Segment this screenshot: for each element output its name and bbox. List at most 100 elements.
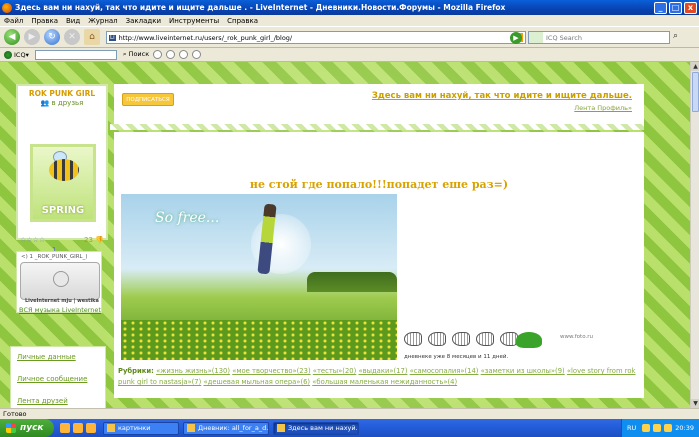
- taskbar-item-label: картинки: [118, 424, 151, 432]
- taskbar-item-pictures[interactable]: картинки: [103, 421, 179, 435]
- menu-help[interactable]: Справка: [227, 17, 258, 25]
- menu-edit[interactable]: Правка: [31, 17, 58, 25]
- avatar-text: SPRING: [41, 205, 85, 216]
- people-icon: 👥: [40, 99, 50, 107]
- taskbar-item-label: Дневник: all_for_a_d...: [198, 424, 269, 432]
- vertical-scrollbar[interactable]: ▲ ▼: [690, 62, 699, 408]
- scroll-thumb[interactable]: [692, 72, 699, 112]
- rating-stars: ☆☆☆☆: [20, 236, 46, 244]
- rubric-link[interactable]: «большая маленькая нежиданность»(4): [312, 378, 457, 386]
- zoom-in-icon[interactable]: [153, 50, 163, 59]
- search-magnifier-icon[interactable]: ⌕: [673, 31, 678, 41]
- subscribe-button[interactable]: ПОДПИСАТЬСЯ: [122, 93, 174, 106]
- post-image[interactable]: So free...: [121, 194, 397, 360]
- all-music-link[interactable]: ВСЯ музыка LiveInternet: [19, 306, 101, 314]
- back-arrow-icon[interactable]: ◀: [4, 29, 20, 45]
- flower-field-shape: [121, 320, 397, 360]
- url-text[interactable]: http://www.liveinternet.ru/users/_rok_pu…: [119, 34, 293, 42]
- scroll-down-icon[interactable]: ▼: [691, 399, 699, 408]
- menu-view[interactable]: Вид: [66, 17, 80, 25]
- fish-icon: [404, 332, 422, 346]
- search-box[interactable]: ICQ Search: [528, 31, 670, 44]
- window-titlebar[interactable]: Здесь вам ни нахуй, так что идите и ищит…: [0, 0, 699, 15]
- search-label: Поиск: [128, 50, 150, 58]
- language-indicator[interactable]: RU: [627, 424, 636, 432]
- scroll-up-icon[interactable]: ▲: [691, 62, 699, 71]
- quick-launch-icon[interactable]: [60, 423, 70, 433]
- status-text: Готово: [3, 410, 27, 418]
- windows-taskbar: пуск картинки Дневник: all_for_a_d... Зд…: [0, 419, 699, 437]
- zoom-reset-icon[interactable]: [179, 50, 189, 59]
- quick-launch-icon[interactable]: [73, 423, 83, 433]
- clock: 20:39: [675, 424, 694, 432]
- start-button[interactable]: пуск: [0, 419, 54, 437]
- rubric-link[interactable]: «выдаки»(17): [358, 367, 407, 375]
- highlight-icon[interactable]: [192, 50, 202, 59]
- icq-flower-icon: [4, 50, 12, 59]
- home-icon[interactable]: ⌂: [84, 29, 100, 45]
- friends-feed-link[interactable]: Лента друзей: [17, 397, 68, 405]
- site-favicon: Li: [109, 34, 116, 41]
- reload-icon[interactable]: ↻: [44, 29, 60, 45]
- blog-post: не стой где попало!!!попадет еше раз=) S…: [114, 132, 644, 398]
- quick-launch-icon[interactable]: [86, 423, 96, 433]
- post-title: не стой где попало!!!попадет еше раз=): [249, 178, 509, 191]
- forward-arrow-icon[interactable]: ▶: [24, 29, 40, 45]
- thumb-icon[interactable]: 👎: [95, 236, 104, 244]
- music-player[interactable]: LiveInternet mju | westika: [20, 262, 100, 304]
- profile-name[interactable]: ROK PUNK GIRL: [18, 89, 106, 98]
- profile-links-card: Личные данные Личное сообщение Лента дру…: [10, 346, 106, 408]
- rubric-link[interactable]: «дешевая мыльная опера»(6): [203, 378, 310, 386]
- firefox-icon: [277, 424, 285, 432]
- menu-history[interactable]: Журнал: [88, 17, 117, 25]
- private-message-link[interactable]: Личное сообщение: [17, 375, 87, 383]
- close-button[interactable]: x: [684, 1, 697, 14]
- search-placeholder[interactable]: ICQ Search: [546, 34, 582, 42]
- icq-flower-icon[interactable]: [529, 32, 543, 43]
- zoom-out-icon[interactable]: [166, 50, 176, 59]
- trees-shape: [307, 272, 397, 292]
- tray-icon[interactable]: [642, 424, 651, 432]
- icq-search-input[interactable]: [34, 49, 117, 60]
- blog-slogan[interactable]: Здесь вам ни нахуй, так что идите и ищит…: [372, 91, 632, 101]
- page-viewport[interactable]: ROK PUNK GIRL 👥 в друзья SPRING ☆☆☆☆ 1 2…: [0, 62, 690, 408]
- menu-bar: Файл Правка Вид Журнал Закладки Инструме…: [0, 15, 699, 26]
- url-bar[interactable]: Li http://www.liveinternet.ru/users/_rok…: [106, 31, 526, 44]
- menu-tools[interactable]: Инструменты: [169, 17, 219, 25]
- image-caption: So free...: [155, 210, 220, 226]
- music-widget: <) 1 _ROK_PUNK_GIRL_) LiveInternet mju |…: [16, 251, 102, 314]
- rubric-link[interactable]: «заметки из школы»(9): [481, 367, 565, 375]
- menu-file[interactable]: Файл: [4, 17, 23, 25]
- frog-icon: [516, 332, 542, 348]
- menu-bookmarks[interactable]: Закладки: [126, 17, 161, 25]
- play-button-icon[interactable]: [53, 271, 69, 287]
- decorative-divider: [110, 124, 644, 130]
- personal-data-link[interactable]: Личные данные: [17, 353, 76, 361]
- maximize-button[interactable]: □: [669, 1, 682, 14]
- tray-icon[interactable]: [664, 424, 673, 432]
- add-friend-label: в друзья: [51, 99, 84, 107]
- rubrics-label: Рубрики:: [118, 367, 154, 375]
- stop-icon[interactable]: ✕: [64, 29, 80, 45]
- taskbar-item-current[interactable]: Здесь вам ни нахуй...: [273, 421, 359, 435]
- taskbar-item-diary[interactable]: Дневник: all_for_a_d...: [183, 421, 269, 435]
- icq-search-button[interactable]: ⌕ Поиск: [123, 50, 149, 59]
- bee-icon: [49, 159, 79, 181]
- icq-label: ICQ: [14, 50, 26, 59]
- fish-counter-widget: www.foto.ru: [404, 332, 624, 352]
- rubric-link[interactable]: «жизнь жизнь»(130): [156, 367, 230, 375]
- avatar[interactable]: SPRING: [30, 144, 96, 222]
- music-widget-title: <) 1 _ROK_PUNK_GIRL_): [21, 254, 88, 260]
- watermark: www.foto.ru: [560, 334, 593, 340]
- minimize-button[interactable]: _: [654, 1, 667, 14]
- rubric-link[interactable]: «тесты»(20): [313, 367, 356, 375]
- rubric-link[interactable]: «самосопалия»(14): [410, 367, 479, 375]
- rubric-link[interactable]: «мое творчество»(23): [232, 367, 310, 375]
- go-arrow-icon[interactable]: ▶: [510, 32, 522, 44]
- firefox-icon: [187, 424, 195, 432]
- add-friend-link[interactable]: 👥 в друзья: [18, 99, 106, 107]
- fish-icon: [428, 332, 446, 346]
- icq-menu-button[interactable]: ICQ ▾: [4, 50, 29, 59]
- tray-icon[interactable]: [653, 424, 662, 432]
- feed-profile-link[interactable]: Лента Профиль»: [574, 104, 632, 112]
